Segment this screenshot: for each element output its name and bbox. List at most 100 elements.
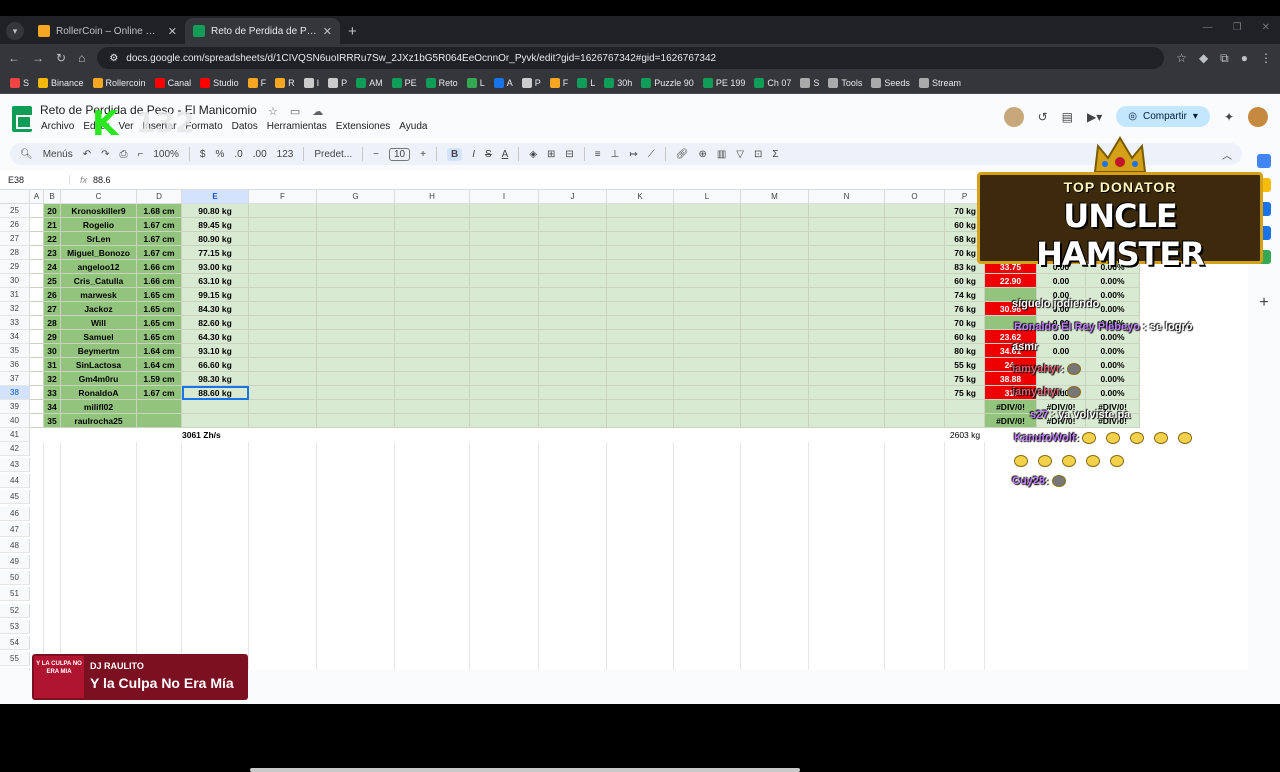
- cell[interactable]: [317, 400, 395, 414]
- redo-icon[interactable]: ↷: [101, 149, 109, 160]
- paint-format-icon[interactable]: ⌐: [138, 149, 144, 160]
- cell-name[interactable]: Gm4m0ru: [61, 372, 137, 386]
- move-folder-icon[interactable]: ▭: [290, 105, 300, 118]
- cell[interactable]: [470, 386, 539, 400]
- cell[interactable]: [249, 232, 317, 246]
- cell-height[interactable]: 1.65 cm: [137, 316, 182, 330]
- cell[interactable]: [741, 316, 809, 330]
- bookmark-item[interactable]: Seeds: [871, 77, 910, 88]
- row-header[interactable]: 31: [0, 288, 30, 302]
- cell-rank[interactable]: 28: [44, 316, 61, 330]
- forward-icon[interactable]: →: [32, 51, 44, 65]
- cell-height[interactable]: 1.65 cm: [137, 288, 182, 302]
- cell[interactable]: [30, 274, 44, 288]
- cell[interactable]: [30, 358, 44, 372]
- cell-percent[interactable]: 0.00%: [1086, 274, 1140, 288]
- cell-name[interactable]: Will: [61, 316, 137, 330]
- cell-percent[interactable]: 0.00%: [1086, 386, 1140, 400]
- cell[interactable]: [741, 358, 809, 372]
- cell[interactable]: [317, 372, 395, 386]
- cell[interactable]: [539, 386, 607, 400]
- cell[interactable]: [607, 400, 674, 414]
- cell-name[interactable]: Miguel_Bonozo: [61, 246, 137, 260]
- cell-rank[interactable]: 30: [44, 344, 61, 358]
- cell[interactable]: [249, 330, 317, 344]
- row-header[interactable]: 44: [0, 474, 30, 489]
- cell[interactable]: [741, 302, 809, 316]
- cell[interactable]: [249, 344, 317, 358]
- profile-icon[interactable]: ●: [1241, 51, 1248, 65]
- cell[interactable]: [539, 246, 607, 260]
- reload-icon[interactable]: ↻: [56, 51, 66, 65]
- cell[interactable]: [607, 218, 674, 232]
- print-icon[interactable]: ⎙: [120, 149, 128, 160]
- cell[interactable]: [885, 218, 945, 232]
- cell[interactable]: [674, 204, 741, 218]
- cell[interactable]: [741, 288, 809, 302]
- cell[interactable]: [885, 302, 945, 316]
- row-header[interactable]: 53: [0, 619, 30, 634]
- row-header[interactable]: 40: [0, 414, 30, 428]
- cell[interactable]: [674, 316, 741, 330]
- cell[interactable]: [317, 246, 395, 260]
- cell[interactable]: [317, 232, 395, 246]
- row-header[interactable]: 28: [0, 246, 30, 260]
- cell[interactable]: [885, 414, 945, 428]
- cell-rank[interactable]: 35: [44, 414, 61, 428]
- bookmark-item[interactable]: L: [466, 77, 485, 88]
- cell[interactable]: [249, 400, 317, 414]
- cell-height[interactable]: [137, 414, 182, 428]
- star-icon[interactable]: ☆: [1176, 51, 1187, 65]
- share-button[interactable]: ◎ Compartir ▾: [1116, 106, 1210, 127]
- cell[interactable]: [885, 232, 945, 246]
- font-size-minus[interactable]: −: [373, 149, 379, 160]
- column-header[interactable]: G: [317, 190, 395, 204]
- cell[interactable]: [885, 316, 945, 330]
- undo-icon[interactable]: ↶: [83, 149, 91, 160]
- cell[interactable]: [607, 246, 674, 260]
- comments-icon[interactable]: ▤: [1062, 110, 1073, 124]
- gemini-app-icon[interactable]: [1003, 106, 1024, 127]
- cell[interactable]: [607, 414, 674, 428]
- cell[interactable]: [741, 386, 809, 400]
- cell[interactable]: [395, 372, 470, 386]
- row-header[interactable]: 55: [0, 651, 30, 666]
- bookmark-item[interactable]: S: [800, 77, 819, 88]
- cell[interactable]: [741, 274, 809, 288]
- cell[interactable]: [470, 316, 539, 330]
- cell-goal[interactable]: 60 kg: [945, 330, 985, 344]
- row-header[interactable]: 25: [0, 204, 30, 218]
- cell[interactable]: [539, 372, 607, 386]
- cell-goal[interactable]: 74 kg: [945, 288, 985, 302]
- cell[interactable]: [317, 414, 395, 428]
- cell[interactable]: [809, 358, 885, 372]
- cell[interactable]: [395, 218, 470, 232]
- cell[interactable]: [674, 246, 741, 260]
- cell[interactable]: [674, 400, 741, 414]
- cell[interactable]: [30, 372, 44, 386]
- cell[interactable]: [607, 386, 674, 400]
- menu-herramientas[interactable]: Herramientas: [267, 121, 327, 132]
- cell-rank[interactable]: 23: [44, 246, 61, 260]
- menu-archivo[interactable]: Archivo: [41, 121, 74, 132]
- cell[interactable]: [607, 288, 674, 302]
- history-icon[interactable]: ↺: [1038, 110, 1048, 124]
- row-header[interactable]: 32: [0, 302, 30, 316]
- cell-rank[interactable]: 32: [44, 372, 61, 386]
- cell[interactable]: [395, 414, 470, 428]
- extensions-puzzle-icon[interactable]: ⧉: [1220, 51, 1229, 66]
- merge-cells-icon[interactable]: ⊟: [565, 149, 573, 160]
- tab-rollercoin[interactable]: RollerCoin – Online Bitcoin Mining ✕: [30, 18, 185, 44]
- cell[interactable]: [30, 400, 44, 414]
- cell[interactable]: [885, 344, 945, 358]
- number-format-button[interactable]: 123: [277, 149, 294, 160]
- cell-height[interactable]: 1.64 cm: [137, 358, 182, 372]
- cell[interactable]: [249, 288, 317, 302]
- cell[interactable]: [607, 316, 674, 330]
- cell-weight[interactable]: 90.80 kg: [182, 204, 249, 218]
- bold-button[interactable]: B: [446, 147, 463, 161]
- bookmark-item[interactable]: Tools: [828, 77, 862, 88]
- row-header[interactable]: 38: [0, 386, 30, 400]
- row-header[interactable]: 43: [0, 458, 30, 473]
- cell-height[interactable]: 1.66 cm: [137, 274, 182, 288]
